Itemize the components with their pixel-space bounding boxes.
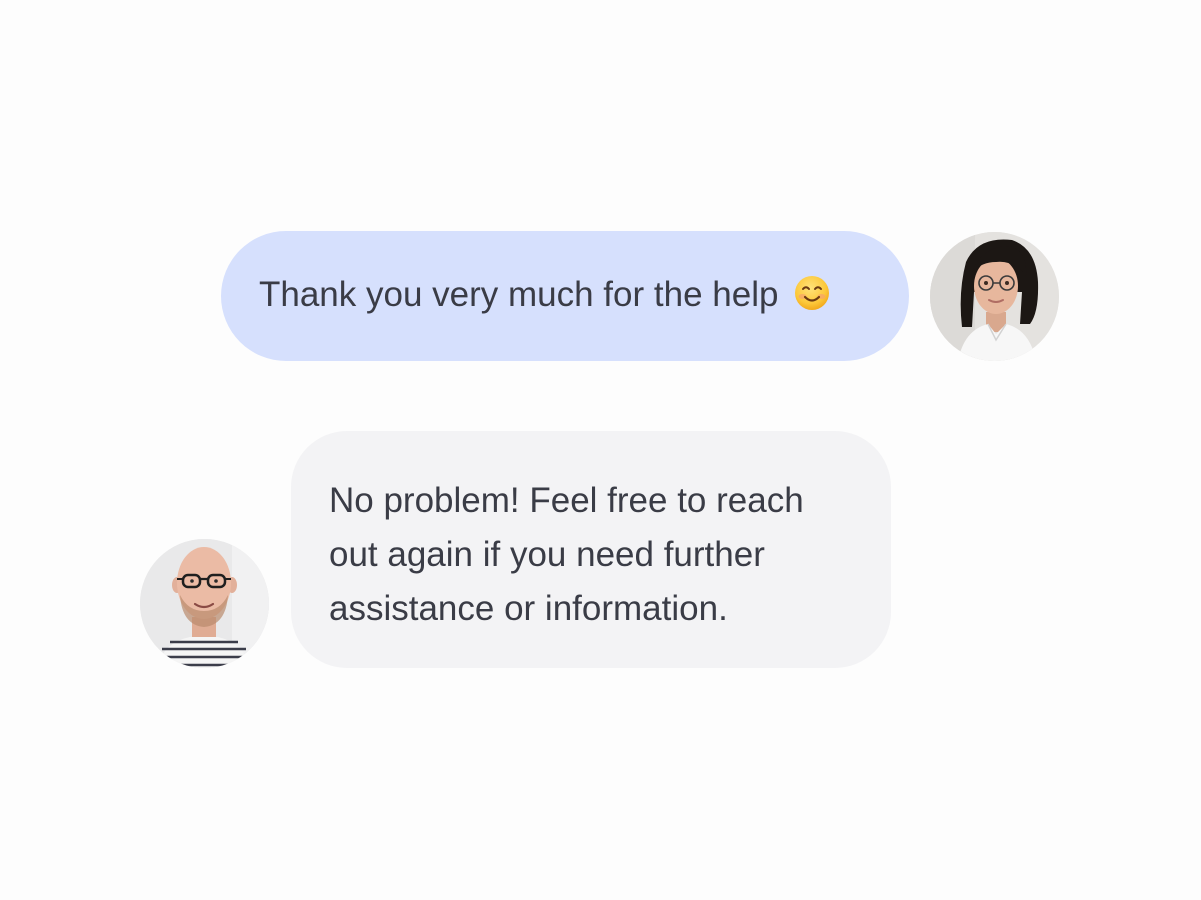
message-text: No problem! Feel free to reach out again… [329, 481, 804, 628]
message-bubble-outgoing: Thank you very much for the help [221, 231, 909, 361]
message-text: Thank you very much for the help [259, 275, 779, 314]
message-bubble-incoming: No problem! Feel free to reach out again… [291, 431, 891, 668]
avatar-agent [140, 539, 269, 668]
avatar-user [930, 232, 1059, 361]
smiling-face-icon [794, 273, 830, 310]
